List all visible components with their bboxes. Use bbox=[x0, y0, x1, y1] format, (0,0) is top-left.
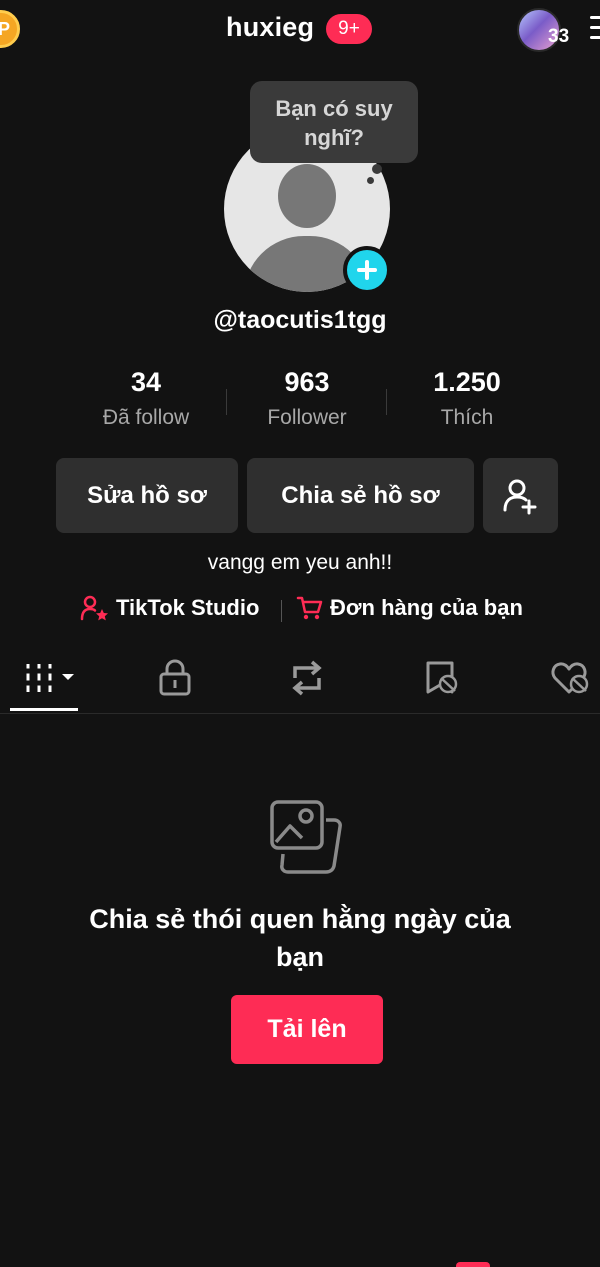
orders-link[interactable]: Đơn hàng của bạn bbox=[296, 594, 523, 622]
bubble-dot bbox=[367, 177, 374, 184]
empty-state-title: Chia sẻ thói quen hằng ngày của bạn bbox=[89, 904, 511, 972]
repost-icon bbox=[292, 660, 322, 696]
content-tabs bbox=[0, 648, 600, 714]
bookmark-hidden-icon bbox=[426, 661, 458, 694]
tab-favorites[interactable] bbox=[422, 658, 462, 703]
active-tab-indicator bbox=[10, 708, 78, 711]
cart-icon bbox=[296, 596, 323, 620]
stat-likes[interactable]: 1.250 Thích bbox=[387, 367, 547, 430]
tab-videos[interactable] bbox=[22, 658, 78, 703]
menu-icon[interactable] bbox=[590, 16, 600, 42]
avatar-placeholder-head bbox=[278, 164, 336, 228]
profile-links: TikTok Studio Đơn hàng của bạn bbox=[0, 594, 600, 626]
tiktok-studio-link[interactable]: TikTok Studio bbox=[80, 594, 259, 622]
lock-icon bbox=[159, 659, 191, 696]
profile-bio: vangg em yeu anh!! bbox=[207, 551, 393, 574]
add-user-icon bbox=[503, 479, 536, 514]
bubble-dot bbox=[372, 164, 382, 174]
orders-label: Đơn hàng của bạn bbox=[330, 595, 523, 620]
upload-button[interactable]: Tải lên bbox=[231, 995, 383, 1064]
account-switcher-title[interactable]: huxieg bbox=[226, 12, 314, 43]
friends-count: 33 bbox=[548, 26, 570, 47]
link-divider bbox=[281, 600, 282, 622]
bottom-nav-peek bbox=[456, 1262, 490, 1267]
stat-label: Follower bbox=[267, 406, 347, 429]
edit-profile-button[interactable]: Sửa hồ sơ bbox=[56, 458, 238, 533]
studio-user-star-icon bbox=[80, 595, 108, 621]
stat-label: Đã follow bbox=[102, 406, 190, 429]
add-avatar-button[interactable] bbox=[343, 246, 391, 294]
profile-handle: @taocutis1tgg bbox=[213, 306, 387, 334]
coin-icon[interactable]: P bbox=[0, 10, 20, 48]
add-friends-button[interactable] bbox=[483, 458, 558, 533]
grid-dropdown-icon bbox=[25, 664, 74, 692]
photos-icon bbox=[270, 800, 342, 874]
tiktok-studio-label: TikTok Studio bbox=[116, 595, 260, 620]
profile-stats: 34 Đã follow 963 Follower 1.250 Thích bbox=[0, 367, 600, 437]
tab-reposts[interactable] bbox=[287, 658, 327, 703]
thought-bubble[interactable]: Bạn có suy nghĩ? bbox=[250, 81, 418, 163]
stat-following[interactable]: 34 Đã follow bbox=[66, 367, 226, 430]
stat-followers[interactable]: 963 Follower bbox=[227, 367, 387, 430]
stat-value: 1.250 bbox=[433, 367, 501, 397]
stat-value: 963 bbox=[284, 367, 330, 397]
share-profile-button[interactable]: Chia sẻ hồ sơ bbox=[247, 458, 474, 533]
stat-label: Thích bbox=[440, 406, 494, 429]
tab-private[interactable] bbox=[157, 658, 193, 703]
heart-hidden-icon bbox=[551, 662, 589, 694]
stat-value: 34 bbox=[130, 367, 162, 397]
top-bar: P huxieg 9+ 33 bbox=[0, 0, 600, 60]
notification-badge: 9+ bbox=[326, 14, 372, 44]
tab-liked[interactable] bbox=[549, 658, 593, 703]
